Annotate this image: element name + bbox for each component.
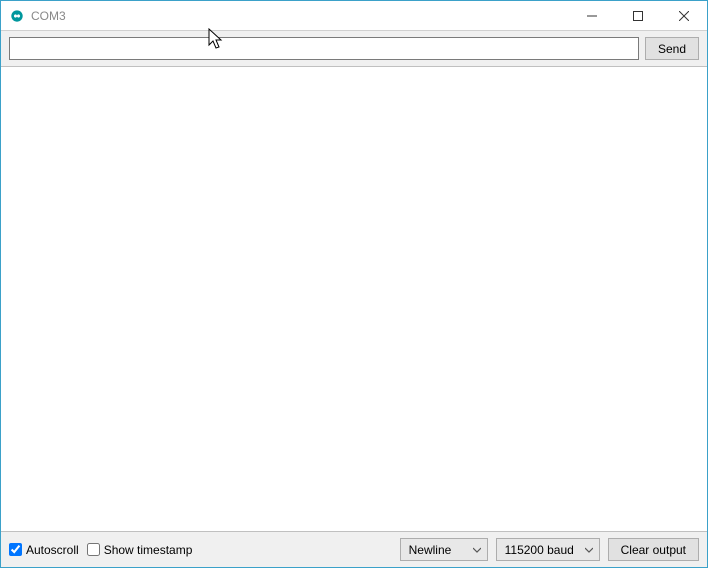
line-ending-select[interactable]: Newline [400, 538, 488, 561]
arduino-serial-icon [9, 8, 25, 24]
window-title: COM3 [31, 9, 66, 23]
chevron-down-icon [473, 546, 481, 554]
footer-bar: Autoscroll Show timestamp Newline 115200… [1, 531, 707, 567]
baud-rate-select[interactable]: 115200 baud [496, 538, 600, 561]
timestamp-label: Show timestamp [104, 543, 193, 557]
minimize-button[interactable] [569, 1, 615, 30]
autoscroll-checkbox[interactable]: Autoscroll [9, 543, 79, 557]
close-button[interactable] [661, 1, 707, 30]
window-controls [569, 1, 707, 30]
maximize-button[interactable] [615, 1, 661, 30]
timestamp-checkbox[interactable]: Show timestamp [87, 543, 193, 557]
send-button[interactable]: Send [645, 37, 699, 60]
window-titlebar: COM3 [1, 1, 707, 31]
line-ending-selected: Newline [409, 543, 452, 557]
chevron-down-icon [585, 546, 593, 554]
send-row: Send [1, 31, 707, 67]
baud-rate-selected: 115200 baud [505, 543, 574, 557]
clear-output-button[interactable]: Clear output [608, 538, 699, 561]
autoscroll-checkbox-input[interactable] [9, 543, 22, 556]
serial-input[interactable] [9, 37, 639, 60]
autoscroll-label: Autoscroll [26, 543, 79, 557]
timestamp-checkbox-input[interactable] [87, 543, 100, 556]
serial-output-area[interactable] [1, 67, 707, 531]
